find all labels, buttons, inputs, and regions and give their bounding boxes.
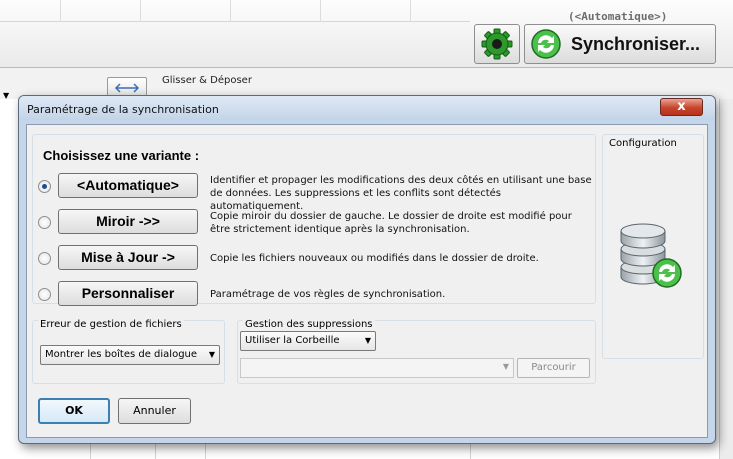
dialog-titlebar[interactable]: Paramétrage de la synchronisation x <box>19 96 715 120</box>
gear-icon <box>481 28 513 60</box>
update-button[interactable]: Mise à Jour -> <box>58 245 198 270</box>
deletion-group: Gestion des suppressions Utiliser la Cor… <box>237 319 596 384</box>
chevron-down-icon: ▼ <box>208 350 215 359</box>
background-scrollbar[interactable] <box>719 99 733 459</box>
file-error-value: Montrer les boîtes de dialogue <box>45 349 198 360</box>
variant-row-automatic: <Automatique> Identifier et propager les… <box>33 172 597 212</box>
dialog-title: Paramétrage de la synchronisation <box>27 103 219 116</box>
mirror-description: Copie miroir du dossier de gauche. Le do… <box>210 211 572 235</box>
custom-description: Paramétrage de vos règles de synchronisa… <box>210 289 446 300</box>
file-error-group: Erreur de gestion de fichiers Montrer le… <box>32 319 225 384</box>
variant-row-mirror: Miroir ->> Copie miroir du dossier de ga… <box>33 208 597 236</box>
cancel-button[interactable]: Annuler <box>118 398 191 424</box>
close-icon: x <box>677 99 686 114</box>
configuration-panel: Configuration <box>602 134 704 359</box>
variant-row-update: Mise à Jour -> Copie les fichiers nouvea… <box>33 244 597 272</box>
configuration-label: Configuration <box>609 138 677 149</box>
drag-drop-label: Glisser & Déposer <box>162 75 252 86</box>
chevron-down-icon: ▼ <box>364 336 371 345</box>
deletion-select[interactable]: Utiliser la Corbeille ▼ <box>240 331 376 351</box>
database-sync-icon <box>620 223 682 288</box>
ok-button[interactable]: OK <box>38 398 110 424</box>
app-toolbar: (<Automatique>) Synchroniser... <box>0 0 733 68</box>
file-error-select[interactable]: Montrer les boîtes de dialogue ▼ <box>40 345 220 365</box>
radio-custom[interactable] <box>38 288 51 301</box>
browse-button[interactable]: Parcourir <box>517 358 590 378</box>
radio-automatic[interactable] <box>38 180 51 193</box>
custom-button[interactable]: Personnaliser <box>58 281 198 306</box>
variant-hint: (<Automatique>) <box>568 10 668 23</box>
deletion-value: Utiliser la Corbeille <box>245 335 340 346</box>
update-description: Copie les fichiers nouveaux ou modifiés … <box>210 253 539 264</box>
dialog-body: Choisissez une variante : <Automatique> … <box>26 124 708 438</box>
config-button[interactable] <box>474 24 520 64</box>
sync-settings-dialog: Paramétrage de la synchronisation x Choi… <box>18 95 716 444</box>
variant-group: Choisissez une variante : <Automatique> … <box>32 134 597 306</box>
deletion-path-input[interactable]: ▼ <box>240 358 514 378</box>
sync-icon <box>531 29 561 59</box>
variant-row-custom: Personnaliser Paramétrage de vos règles … <box>33 280 597 308</box>
close-button[interactable]: x <box>660 98 703 116</box>
mirror-button[interactable]: Miroir ->> <box>58 209 198 234</box>
file-error-label: Erreur de gestion de fichiers <box>38 319 184 330</box>
background-grid-header <box>0 0 470 22</box>
automatic-button[interactable]: <Automatique> <box>58 173 198 198</box>
radio-update[interactable] <box>38 252 51 265</box>
radio-mirror[interactable] <box>38 216 51 229</box>
chevron-down-icon: ▼ <box>502 362 509 371</box>
synchronize-button[interactable]: Synchroniser... <box>524 24 716 64</box>
deletion-label: Gestion des suppressions <box>243 319 375 330</box>
variant-heading: Choisissez une variante : <box>43 148 200 163</box>
synchronize-label: Synchroniser... <box>571 34 701 54</box>
